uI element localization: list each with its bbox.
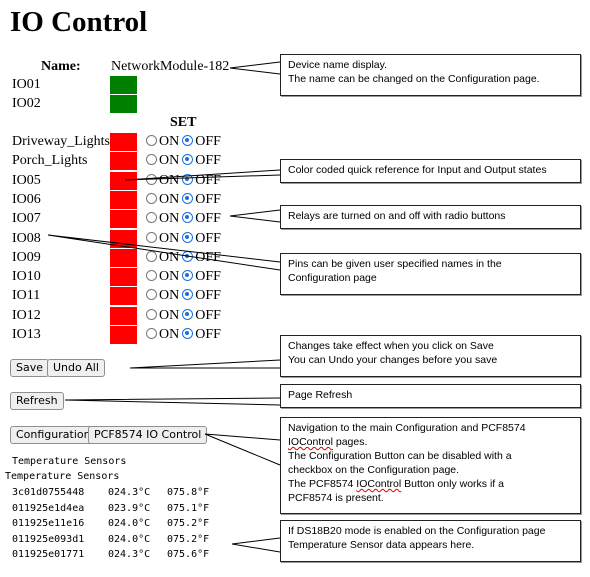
callout-text: PCF8574 is present. bbox=[288, 492, 384, 504]
connector-color-coded bbox=[124, 169, 281, 181]
callout-text-part: The PCF8574 bbox=[288, 478, 357, 490]
callout-text: Changes take effect when you click on Sa… bbox=[288, 340, 494, 352]
spellcheck-word: IOControl bbox=[356, 478, 402, 490]
callout-text: Navigation to the main Configuration and… bbox=[288, 422, 526, 434]
callout-text: IOControl pages. bbox=[288, 435, 573, 449]
connector-device-name bbox=[229, 61, 281, 75]
callout-text: checkbox on the Configuration page. bbox=[288, 464, 460, 476]
callout-text: The name can be changed on the Configura… bbox=[288, 73, 540, 85]
spellcheck-word: IOControl bbox=[288, 436, 333, 448]
callout-text: Page Refresh bbox=[288, 389, 353, 401]
connector-save-undo bbox=[129, 359, 281, 369]
callout-text: The Configuration Button can be disabled… bbox=[288, 450, 512, 462]
callout-refresh: Page Refresh bbox=[280, 384, 581, 408]
callout-text: Relays are turned on and off with radio … bbox=[288, 210, 506, 222]
connector-relays bbox=[229, 209, 281, 223]
callout-text: Color coded quick reference for Input an… bbox=[288, 164, 547, 176]
callout-text-part: pages. bbox=[332, 436, 368, 448]
callout-device-name: Device name display. The name can be cha… bbox=[280, 54, 581, 96]
connector-refresh bbox=[64, 397, 281, 406]
callout-text: Configuration page bbox=[288, 272, 377, 284]
callout-text: Pins can be given user specified names i… bbox=[288, 258, 502, 270]
callout-relays: Relays are turned on and off with radio … bbox=[280, 205, 581, 229]
callout-navigation: Navigation to the main Configuration and… bbox=[280, 417, 581, 514]
callout-text: Temperature Sensor data appears here. bbox=[288, 539, 475, 551]
callout-ds18b20: If DS18B20 mode is enabled on the Config… bbox=[280, 520, 581, 562]
connector-navigation bbox=[204, 433, 281, 466]
callout-color-coded: Color coded quick reference for Input an… bbox=[280, 159, 581, 183]
callout-text: The PCF8574 IOControl Button only works … bbox=[288, 477, 573, 491]
callout-save-undo: Changes take effect when you click on Sa… bbox=[280, 335, 581, 377]
callout-text: Device name display. bbox=[288, 59, 388, 71]
connector-ds18b20 bbox=[231, 537, 281, 553]
callout-text: You can Undo your changes before you sav… bbox=[288, 354, 498, 366]
callout-text: If DS18B20 mode is enabled on the Config… bbox=[288, 525, 546, 537]
callout-text-part: Button only works if a bbox=[401, 478, 504, 490]
callout-pin-names: Pins can be given user specified names i… bbox=[280, 253, 581, 295]
connector-pin-names bbox=[47, 234, 281, 271]
